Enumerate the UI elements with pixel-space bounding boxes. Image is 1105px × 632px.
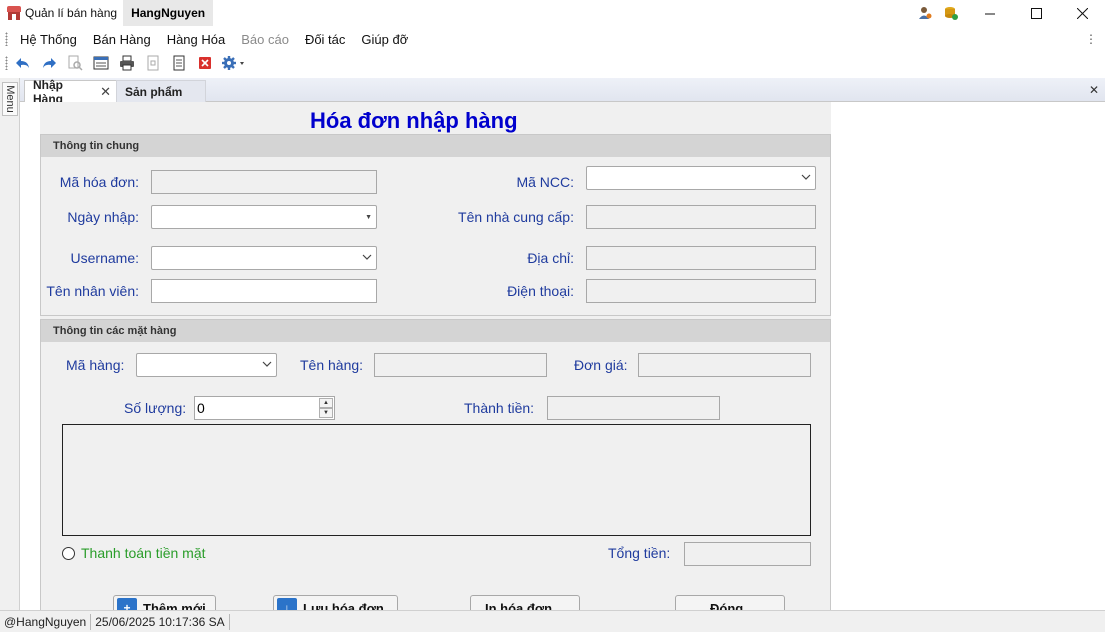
database-sync-icon[interactable] — [941, 3, 961, 23]
close-window-button[interactable] — [1059, 0, 1105, 26]
item-id-label: Mã hàng: — [66, 357, 125, 373]
user-settings-icon[interactable] — [915, 3, 935, 23]
minimize-button[interactable] — [967, 0, 1013, 26]
items-header: Thông tin các mặt hàng — [41, 320, 830, 342]
close-all-tabs-icon[interactable]: ✕ — [1089, 83, 1099, 97]
supplier-name-label: Tên nhà cung cấp: — [458, 209, 574, 225]
general-info-header: Thông tin chung — [41, 135, 830, 157]
supplier-name-field[interactable] — [586, 205, 816, 229]
items-grid[interactable] — [62, 424, 811, 536]
employee-name-field[interactable] — [151, 279, 377, 303]
phone-field[interactable] — [586, 279, 816, 303]
item-name-label: Tên hàng: — [300, 357, 364, 373]
document-tab-strip: Nhập Hàng ✕ Sản phẩm ✕ — [20, 78, 1105, 106]
redo-icon[interactable] — [38, 53, 60, 73]
supplier-id-select[interactable] — [586, 166, 816, 190]
supplier-id-label: Mã NCC: — [516, 174, 574, 190]
status-datetime: 25/06/2025 10:17:36 SA — [91, 613, 230, 630]
import-date-label: Ngày nhập: — [67, 209, 139, 225]
close-button[interactable]: Đóng — [675, 595, 785, 610]
tab-label: Sản phẩm — [125, 84, 183, 99]
cash-payment-label: Thanh toán tiền mặt — [81, 545, 206, 561]
document-icon[interactable] — [168, 53, 190, 73]
app-title: Quản lí bán hàng — [25, 6, 118, 20]
title-bar: Quản lí bán hàng HangNguyen — [0, 0, 1105, 26]
side-tab-menu[interactable]: Menu — [2, 82, 18, 116]
add-icon: + — [117, 598, 137, 610]
add-button-label: Thêm mới — [143, 600, 206, 611]
print-preview-icon[interactable] — [64, 53, 86, 73]
chevron-down-icon — [362, 252, 372, 265]
status-user: @HangNguyen — [0, 613, 92, 630]
toolbar-grip-icon[interactable] — [5, 56, 8, 70]
save-invoice-button[interactable]: ↓ Lưu hóa đơn — [273, 595, 398, 610]
username-select[interactable] — [151, 246, 377, 270]
export-page-icon[interactable] — [142, 53, 164, 73]
username-label: Username: — [70, 250, 139, 266]
cash-payment-radio[interactable] — [62, 547, 75, 560]
invoice-id-field[interactable] — [151, 170, 377, 194]
amount-field[interactable] — [547, 396, 720, 420]
unit-price-field[interactable] — [638, 353, 811, 377]
close-button-label: Đóng — [710, 600, 744, 611]
tab-san-pham[interactable]: Sản phẩm — [116, 80, 206, 102]
form-title: Hóa đơn nhập hàng — [310, 108, 518, 133]
tab-nhap-hang[interactable]: Nhập Hàng ✕ — [24, 78, 120, 106]
phone-label: Điện thoại: — [507, 283, 574, 299]
close-tab-icon[interactable]: ✕ — [100, 84, 111, 100]
main-content: Hóa đơn nhập hàng Thông tin chung Mã hóa… — [20, 102, 1105, 610]
address-field[interactable] — [586, 246, 816, 270]
menu-overflow-icon[interactable]: ⋮ — [1085, 32, 1097, 46]
page-setup-icon[interactable] — [90, 53, 112, 73]
invoice-form: Hóa đơn nhập hàng Thông tin chung Mã hóa… — [40, 102, 831, 610]
total-label: Tổng tiền: — [608, 545, 671, 561]
spin-up-icon[interactable]: ▲ — [319, 398, 333, 408]
settings-gear-icon[interactable] — [220, 53, 248, 73]
toolbar — [0, 52, 1105, 74]
total-field[interactable] — [684, 542, 811, 566]
shop-icon — [7, 6, 21, 20]
menu-ban-hang[interactable]: Bán Hàng — [85, 32, 159, 47]
menu-hang-hoa[interactable]: Hàng Hóa — [159, 32, 234, 47]
chevron-down-icon — [801, 172, 811, 185]
save-button-label: Lưu hóa đơn — [303, 600, 384, 611]
chevron-down-icon — [262, 359, 272, 372]
menu-bar: Hệ Thống Bán Hàng Hàng Hóa Báo cáo Đối t… — [0, 28, 1105, 50]
print-invoice-button[interactable]: In hóa đơn — [470, 595, 580, 610]
spin-down-icon[interactable]: ▼ — [319, 408, 333, 418]
quantity-value: 0 — [197, 400, 205, 416]
invoice-id-label: Mã hóa đơn: — [59, 174, 139, 190]
save-icon: ↓ — [277, 598, 297, 610]
quantity-stepper[interactable]: 0 ▲ ▼ — [194, 396, 335, 420]
menu-giup-do[interactable]: Giúp đỡ — [353, 32, 416, 47]
employee-name-label: Tên nhân viên: — [46, 283, 139, 299]
address-label: Địa chỉ: — [527, 250, 574, 266]
delete-icon[interactable] — [194, 53, 216, 73]
import-date-picker[interactable]: ▼ — [151, 205, 377, 229]
menubar-grip-icon[interactable] — [5, 32, 8, 46]
item-id-select[interactable] — [136, 353, 277, 377]
print-icon[interactable] — [116, 53, 138, 73]
undo-icon[interactable] — [12, 53, 34, 73]
add-button[interactable]: + Thêm mới — [113, 595, 216, 610]
maximize-button[interactable] — [1013, 0, 1059, 26]
amount-label: Thành tiền: — [464, 400, 535, 416]
menu-he-thong[interactable]: Hệ Thống — [12, 32, 85, 47]
side-tab-label: Menu — [3, 85, 16, 113]
menu-bao-cao[interactable]: Báo cáo — [233, 32, 297, 47]
quantity-label: Số lượng: — [124, 400, 187, 416]
item-name-field[interactable] — [374, 353, 547, 377]
menu-doi-tac[interactable]: Đối tác — [297, 32, 353, 47]
status-bar: @HangNguyen 25/06/2025 10:17:36 SA — [0, 610, 1105, 632]
unit-price-label: Đơn giá: — [574, 357, 628, 373]
print-button-label: In hóa đơn — [485, 600, 553, 611]
user-tab[interactable]: HangNguyen — [123, 0, 214, 26]
side-panel — [0, 78, 20, 632]
